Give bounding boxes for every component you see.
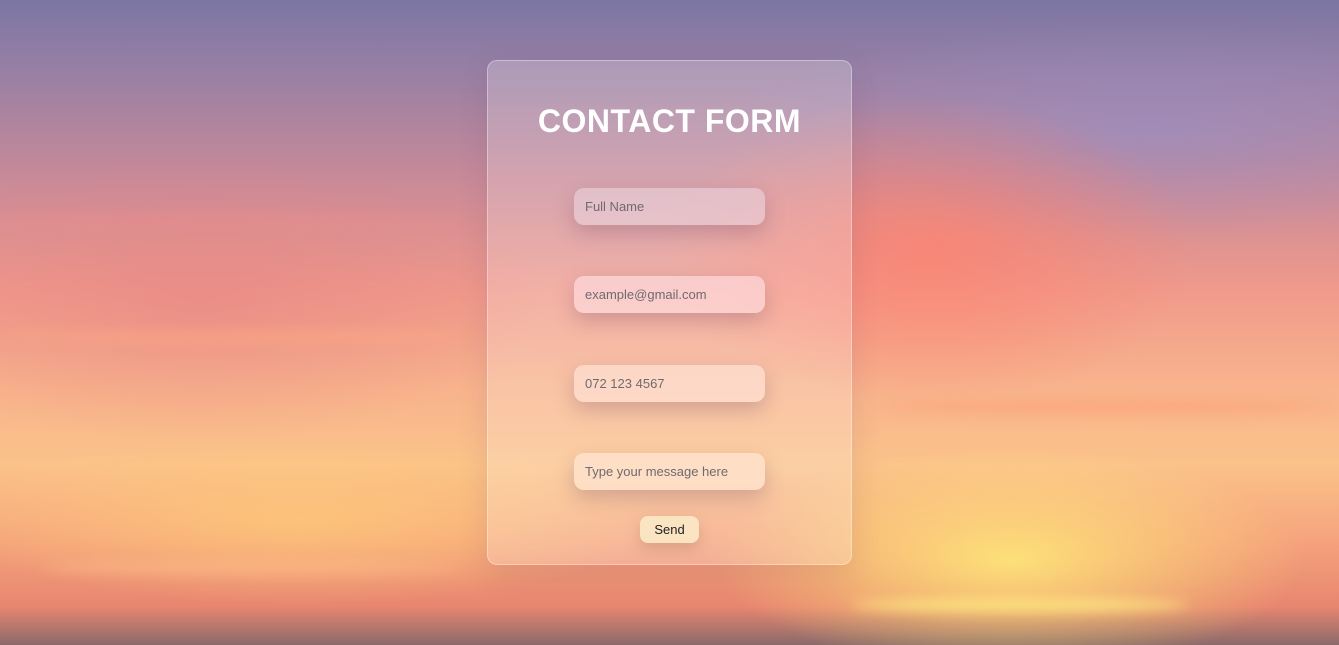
contact-form-card: CONTACT FORM Send xyxy=(487,60,852,565)
form-title: CONTACT FORM xyxy=(537,103,802,139)
sunset-background: CONTACT FORM Send xyxy=(0,0,1339,645)
cloud-streak xyxy=(40,560,460,574)
email-input[interactable] xyxy=(574,276,765,313)
cloud-streak xyxy=(0,215,480,229)
message-input[interactable] xyxy=(574,453,765,490)
cloud-streak xyxy=(0,330,480,344)
phone-input[interactable] xyxy=(574,365,765,402)
cloud-streak xyxy=(880,400,1339,414)
send-button[interactable]: Send xyxy=(640,516,699,543)
full-name-input[interactable] xyxy=(574,188,765,225)
cloud-streak xyxy=(850,598,1190,612)
